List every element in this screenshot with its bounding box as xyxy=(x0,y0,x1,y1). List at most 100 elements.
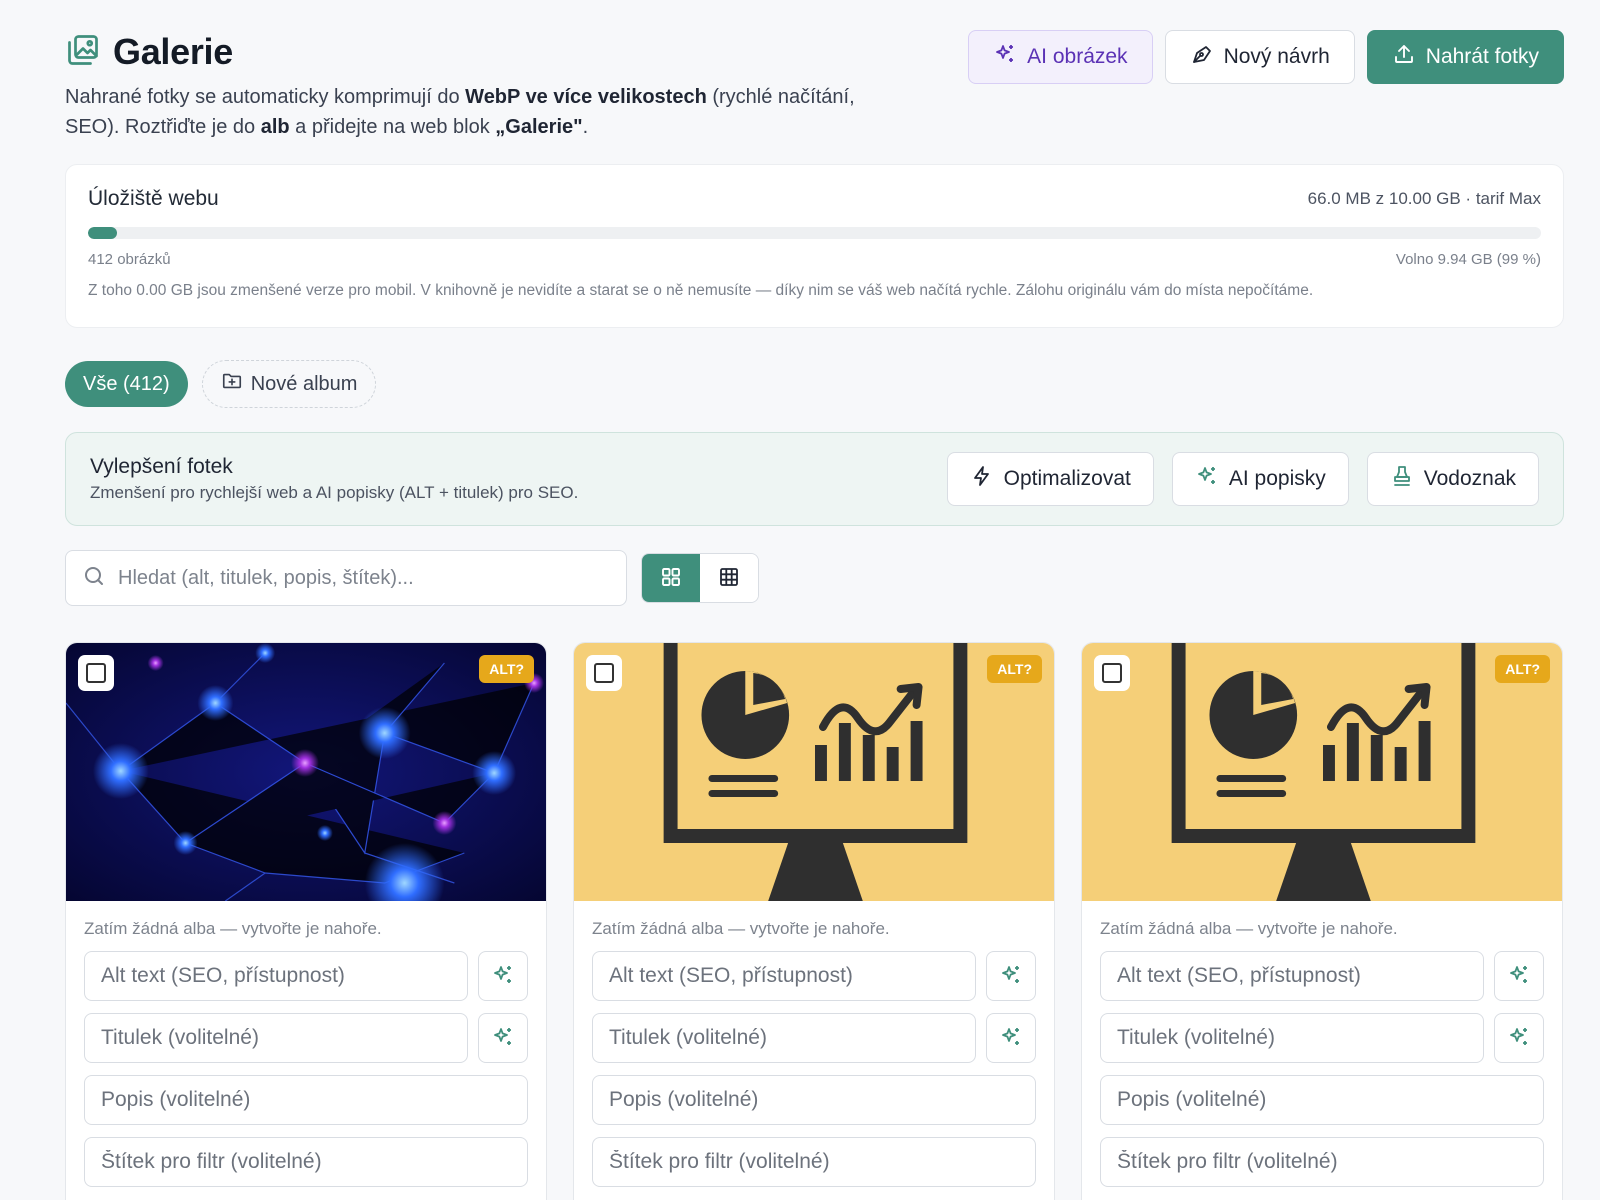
storage-note: Z toho 0.00 GB jsou zmenšené verze pro m… xyxy=(88,282,1314,299)
gallery-page: Galerie Nahrané fotky se automaticky kom… xyxy=(65,30,1564,1200)
image-count: 412 obrázků xyxy=(88,251,171,268)
alt-text-input[interactable] xyxy=(84,951,468,1001)
photo-card: ALT? Zatím žádná alba — vytvořte je naho… xyxy=(65,642,547,1200)
subtitle-text: a přidejte na web blok xyxy=(289,116,496,138)
search-icon xyxy=(82,564,106,593)
caption-input[interactable] xyxy=(1100,1013,1484,1063)
free-space: Volno 9.94 GB (99 %) xyxy=(1395,251,1541,268)
photo-grid: ALT? Zatím žádná alba — vytvořte je naho… xyxy=(65,642,1564,1200)
ai-captions-label: AI popisky xyxy=(1228,467,1326,490)
tag-input[interactable] xyxy=(1100,1137,1544,1187)
description-input[interactable] xyxy=(84,1075,528,1125)
ai-captions-button[interactable]: AI popisky xyxy=(1171,452,1349,506)
card-body: Zatím žádná alba — vytvořte je nahoře. xyxy=(66,901,546,1187)
alt-text-input[interactable] xyxy=(592,951,976,1001)
photo-thumbnail[interactable]: ALT? xyxy=(574,643,1054,901)
table-icon xyxy=(717,565,741,592)
ai-title-button[interactable] xyxy=(986,1013,1036,1063)
select-checkbox[interactable] xyxy=(78,655,114,691)
enhance-actions: Optimalizovat AI popisky Vodoznak xyxy=(946,452,1539,506)
caption-input[interactable] xyxy=(84,1013,468,1063)
table-view-button[interactable] xyxy=(700,554,758,602)
optimize-button[interactable]: Optimalizovat xyxy=(946,452,1154,506)
ai-alt-button[interactable] xyxy=(478,951,528,1001)
page-header: Galerie Nahrané fotky se automaticky kom… xyxy=(65,30,1564,140)
page-title: Galerie xyxy=(113,31,233,72)
ai-alt-button[interactable] xyxy=(986,951,1036,1001)
ai-alt-button[interactable] xyxy=(1494,951,1544,1001)
description-input[interactable] xyxy=(592,1075,1036,1125)
select-checkbox[interactable] xyxy=(586,655,622,691)
pen-tool-icon xyxy=(1190,42,1214,72)
photo-card: ALT? Zatím žádná alba — vytvořte je naho… xyxy=(573,642,1055,1200)
search-input[interactable] xyxy=(118,566,610,590)
tag-input[interactable] xyxy=(84,1137,528,1187)
title-row xyxy=(84,1013,528,1063)
alt-row xyxy=(592,951,1036,1001)
upload-icon xyxy=(1392,42,1416,72)
ai-title-button[interactable] xyxy=(1494,1013,1544,1063)
enhance-title: Vylepšení fotek xyxy=(90,455,233,478)
new-design-label: Nový návrh xyxy=(1223,45,1330,68)
watermark-button[interactable]: Vodoznak xyxy=(1366,452,1539,506)
optimize-label: Optimalizovat xyxy=(1003,467,1131,490)
storage-progress-bar xyxy=(88,227,1541,239)
photo-card: ALT? Zatím žádná alba — vytvořte je naho… xyxy=(1081,642,1563,1200)
search-box xyxy=(65,550,627,606)
storage-header: Úložiště webu 66.0 MB z 10.00 GB · tarif… xyxy=(88,187,1541,211)
gallery-icon xyxy=(65,32,101,73)
subtitle-emphasis: „Galerie" xyxy=(495,116,583,138)
album-all-pill[interactable]: Vše (412) xyxy=(65,361,188,407)
albums-hint: Zatím žádná alba — vytvořte je nahoře. xyxy=(592,919,890,938)
tag-row xyxy=(592,1137,1036,1187)
albums-hint: Zatím žádná alba — vytvořte je nahoře. xyxy=(84,919,382,938)
grid-view-button[interactable] xyxy=(642,554,700,602)
description-input[interactable] xyxy=(1100,1075,1544,1125)
albums-hint: Zatím žádná alba — vytvořte je nahoře. xyxy=(1100,919,1398,938)
storage-progress-fill xyxy=(88,227,118,239)
card-body: Zatím žádná alba — vytvořte je nahoře. xyxy=(1082,901,1562,1187)
page-subtitle: Nahrané fotky se automaticky komprimují … xyxy=(65,82,855,142)
description-row xyxy=(84,1075,528,1125)
new-album-label: Nové album xyxy=(250,372,358,395)
photo-thumbnail[interactable]: ALT? xyxy=(1082,643,1562,901)
alt-row xyxy=(1100,951,1544,1001)
select-checkbox[interactable] xyxy=(1094,655,1130,691)
card-body: Zatím žádná alba — vytvořte je nahoře. xyxy=(574,901,1054,1187)
alt-missing-badge: ALT? xyxy=(1495,655,1550,683)
new-design-button[interactable]: Nový návrh xyxy=(1164,30,1355,84)
description-row xyxy=(592,1075,1036,1125)
sparkles-icon xyxy=(491,1025,515,1052)
storage-usage: 66.0 MB z 10.00 GB · tarif Max xyxy=(1307,189,1541,208)
ai-title-button[interactable] xyxy=(478,1013,528,1063)
storage-card: Úložiště webu 66.0 MB z 10.00 GB · tarif… xyxy=(65,164,1564,328)
subtitle-text: . xyxy=(582,116,589,138)
upload-photos-button[interactable]: Nahrát fotky xyxy=(1366,30,1564,84)
subtitle-emphasis: alb xyxy=(260,116,290,138)
enhance-description: Zmenšení pro rychlejší web a AI popisky … xyxy=(90,483,579,502)
photo-thumbnail[interactable]: ALT? xyxy=(66,643,546,901)
search-row xyxy=(65,550,1564,606)
header-actions: AI obrázek Nový návrh Nahrát fotky xyxy=(968,30,1564,84)
ai-image-button[interactable]: AI obrázek xyxy=(968,30,1153,84)
subtitle-text: Nahrané fotky se automaticky komprimují … xyxy=(65,86,466,108)
caption-input[interactable] xyxy=(592,1013,976,1063)
lightning-icon xyxy=(970,464,994,494)
alt-missing-badge: ALT? xyxy=(987,655,1042,683)
view-toggle xyxy=(641,553,759,603)
album-filters: Vše (412) Nové album xyxy=(65,360,1564,408)
alt-text-input[interactable] xyxy=(1100,951,1484,1001)
alt-row xyxy=(84,951,528,1001)
new-album-button[interactable]: Nové album xyxy=(201,360,377,408)
title-row xyxy=(1100,1013,1544,1063)
tag-input[interactable] xyxy=(592,1137,1036,1187)
presentation-monitor-image xyxy=(574,643,1054,901)
storage-meta: 412 obrázků Volno 9.94 GB (99 %) xyxy=(88,251,1541,268)
storage-title: Úložiště webu xyxy=(88,187,219,210)
neural-network-image xyxy=(66,643,546,901)
sparkles-icon xyxy=(999,1025,1023,1052)
description-row xyxy=(1100,1075,1544,1125)
stamp-icon xyxy=(1390,464,1414,494)
watermark-label: Vodoznak xyxy=(1423,467,1516,490)
sparkles-icon xyxy=(491,963,515,990)
